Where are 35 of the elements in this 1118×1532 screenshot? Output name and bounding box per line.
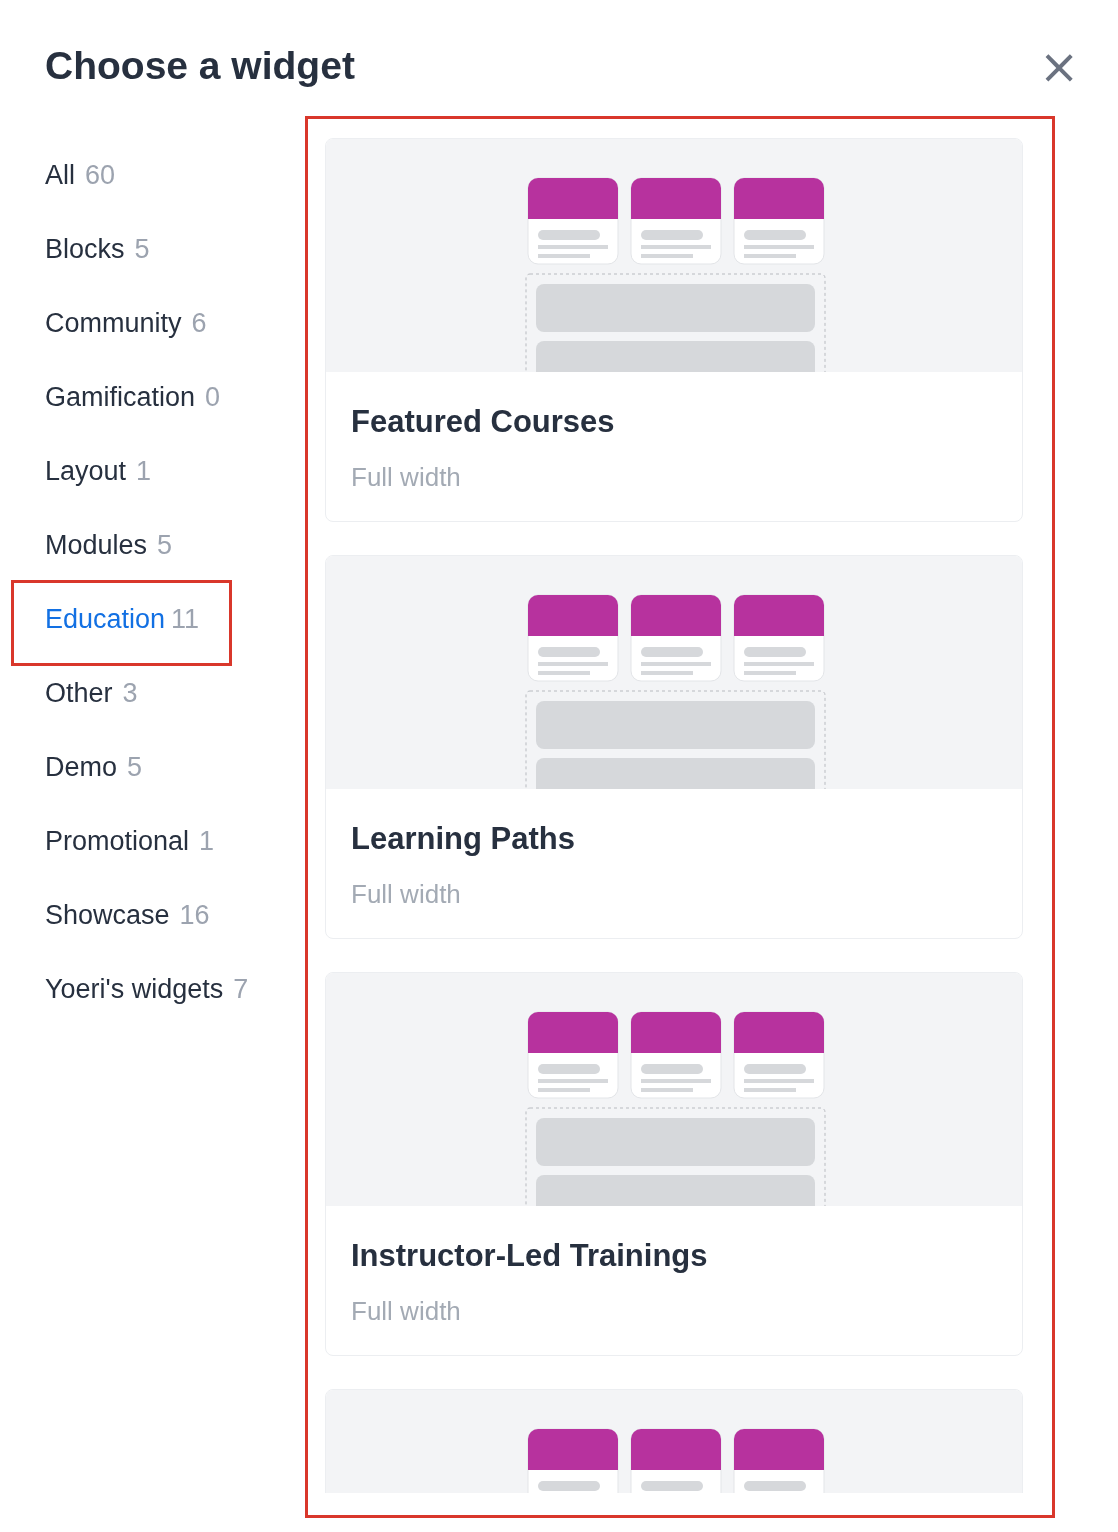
category-count: 7 [233, 973, 249, 1005]
category-count: 5 [134, 233, 150, 265]
category-item[interactable]: Layout 1 [45, 434, 152, 508]
category-count: 6 [191, 307, 207, 339]
widget-title: Learning Paths [351, 820, 576, 858]
category-item[interactable]: Promotional 1 [45, 804, 215, 878]
widget-size-label: Full width [351, 878, 462, 911]
category-item[interactable]: Yoeri's widgets 7 [45, 952, 249, 1026]
widget-title: Featured Courses [351, 403, 616, 441]
category-item[interactable]: Demo 5 [45, 730, 143, 804]
category-count: 0 [205, 381, 221, 413]
category-count: 16 [179, 899, 210, 931]
category-item[interactable]: Other 3 [45, 656, 138, 730]
category-count: 1 [199, 825, 215, 857]
close-button[interactable]: × [1043, 50, 1075, 82]
widget-card[interactable]: Learning Paths Full width [325, 555, 1023, 939]
widget-size-label: Full width [351, 461, 462, 494]
category-item[interactable]: Modules 5 [45, 508, 173, 582]
category-item[interactable]: Education 11 [45, 582, 200, 656]
category-count: 1 [136, 455, 152, 487]
widget-card[interactable]: Featured Courses Full width [325, 138, 1023, 522]
dialog-title: Choose a widget [45, 43, 355, 89]
category-item[interactable]: Gamification 0 [45, 360, 221, 434]
category-item[interactable]: Showcase 16 [45, 878, 210, 952]
widget-size-label: Full width [351, 1295, 462, 1328]
widget-card[interactable]: Instructor-Led Trainings Full width [325, 972, 1023, 1356]
category-count: 5 [157, 529, 173, 561]
widget-title: Instructor-Led Trainings [351, 1237, 709, 1275]
category-item[interactable]: Blocks 5 [45, 212, 150, 286]
category-count: 60 [85, 159, 116, 191]
category-count: 5 [127, 751, 143, 783]
category-item[interactable]: Community 6 [45, 286, 207, 360]
category-count: 3 [122, 677, 138, 709]
category-count: 11 [171, 603, 200, 635]
category-item[interactable]: All 60 [45, 138, 116, 212]
